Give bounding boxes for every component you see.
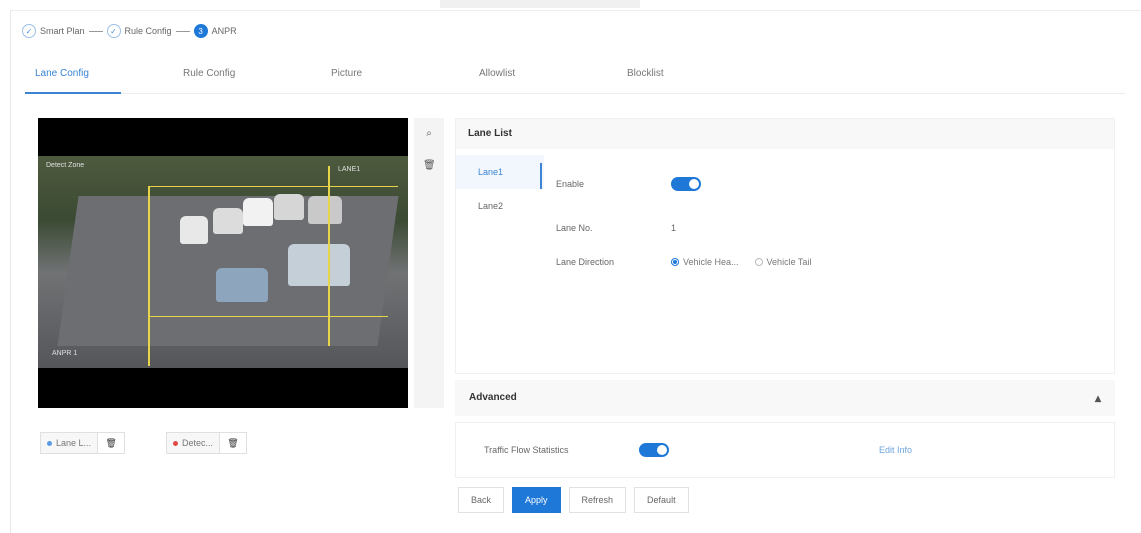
tab-allowlist[interactable]: Allowlist [469,60,617,93]
parked-car [308,196,342,224]
radio-label: Vehicle Hea... [683,257,739,267]
enable-toggle[interactable] [671,177,701,191]
lane-no-row: Lane No. 1 [556,223,676,233]
draw-button-label: Lane L... [56,438,92,448]
active-lane-indicator [540,163,542,189]
enable-row: Enable [556,177,701,191]
refresh-button[interactable]: Refresh [568,487,627,513]
lane-line [148,316,388,317]
check-icon: ✓ [22,24,36,38]
direction-tail-radio[interactable]: Vehicle Tail [754,257,812,267]
osd-bottom-left: ANPR 1 [52,350,78,357]
osd-top-left: Detect Zone [46,162,85,169]
wizard-stepper: ✓ Smart Plan ✓ Rule Config 3 ANPR [22,22,237,40]
search-icon[interactable]: ⌕ [423,128,435,140]
preview-toolbar: ⌕ 🗑 [414,118,444,408]
detect-zone-draw-group: Detec... 🗑 [166,432,248,454]
osd-top-right: LANE1 [338,166,361,173]
panel-title: Lane List [456,119,1114,149]
lane-no-value: 1 [671,223,677,233]
advanced-section-header[interactable]: Advanced ▴ [455,380,1115,416]
step-anpr[interactable]: 3 ANPR [193,24,237,38]
step-smart-plan[interactable]: ✓ Smart Plan [22,24,85,38]
lane-item-2[interactable]: Lane2 [456,189,544,223]
tab-rule-config[interactable]: Rule Config [173,60,321,93]
step-label: ANPR [211,26,237,36]
step-label: Smart Plan [40,26,85,36]
tab-picture[interactable]: Picture [321,60,469,93]
trash-icon[interactable]: 🗑 [98,433,124,453]
step-rule-config[interactable]: ✓ Rule Config [106,24,172,38]
default-button[interactable]: Default [634,487,689,513]
enable-label: Enable [556,179,585,189]
back-button[interactable]: Back [458,487,505,513]
parked-car [180,216,208,244]
lane-no-label: Lane No. [556,223,593,233]
edit-info-link[interactable]: Edit Info [879,445,912,455]
advanced-section-body: Traffic Flow Statistics Edit Info [455,422,1115,478]
step-connector [88,30,103,32]
tab-blocklist[interactable]: Blocklist [617,60,765,93]
parked-car [213,208,243,234]
draw-button-label: Detec... [182,438,214,448]
step-number-icon: 3 [193,24,208,38]
radio-icon [671,258,679,266]
traffic-flow-label: Traffic Flow Statistics [484,445,569,455]
action-buttons: Back Apply Refresh Default [458,487,697,513]
draw-detect-zone-button[interactable]: Detec... [167,433,221,453]
camera-scene [38,156,408,368]
lane-line [328,166,330,346]
direction-head-radio[interactable]: Vehicle Hea... [671,257,739,267]
dot-icon [47,440,52,446]
parked-car [216,268,268,302]
page-header [440,0,640,8]
parked-car [243,198,273,226]
draw-lane-line-button[interactable]: Lane L... [41,433,99,453]
chevron-up-icon[interactable]: ▴ [1095,380,1101,416]
lane-direction-row: Lane Direction Vehicle Hea... Vehicle Ta… [556,257,827,267]
apply-button[interactable]: Apply [512,487,561,513]
live-video-preview[interactable]: Detect Zone LANE1 ANPR 1 [38,118,408,408]
step-connector [175,30,190,32]
lane-line [148,186,150,366]
traffic-flow-toggle[interactable] [639,443,669,457]
lane-list: Lane1 Lane2 [456,155,544,223]
check-icon: ✓ [106,24,121,38]
lane-item-1[interactable]: Lane1 [456,155,544,189]
advanced-title: Advanced [469,392,517,403]
trash-icon[interactable]: 🗑 [423,160,436,172]
trash-icon[interactable]: 🗑 [220,433,246,453]
radio-icon [754,258,763,266]
dot-icon [173,440,178,446]
lane-line-draw-group: Lane L... 🗑 [40,432,126,454]
traffic-flow-row: Traffic Flow Statistics [484,443,669,457]
radio-label: Vehicle Tail [766,257,812,267]
parked-car [274,194,304,220]
step-label: Rule Config [124,26,172,36]
lane-list-panel: Lane List Lane1 Lane2 Enable Lane No. 1 … [455,118,1115,374]
tab-lane-config[interactable]: Lane Config [25,60,173,94]
lane-line [148,186,398,187]
lane-direction-label: Lane Direction [556,257,615,267]
parked-car [288,244,350,286]
config-tabs: Lane Config Rule Config Picture Allowlis… [25,60,1125,94]
